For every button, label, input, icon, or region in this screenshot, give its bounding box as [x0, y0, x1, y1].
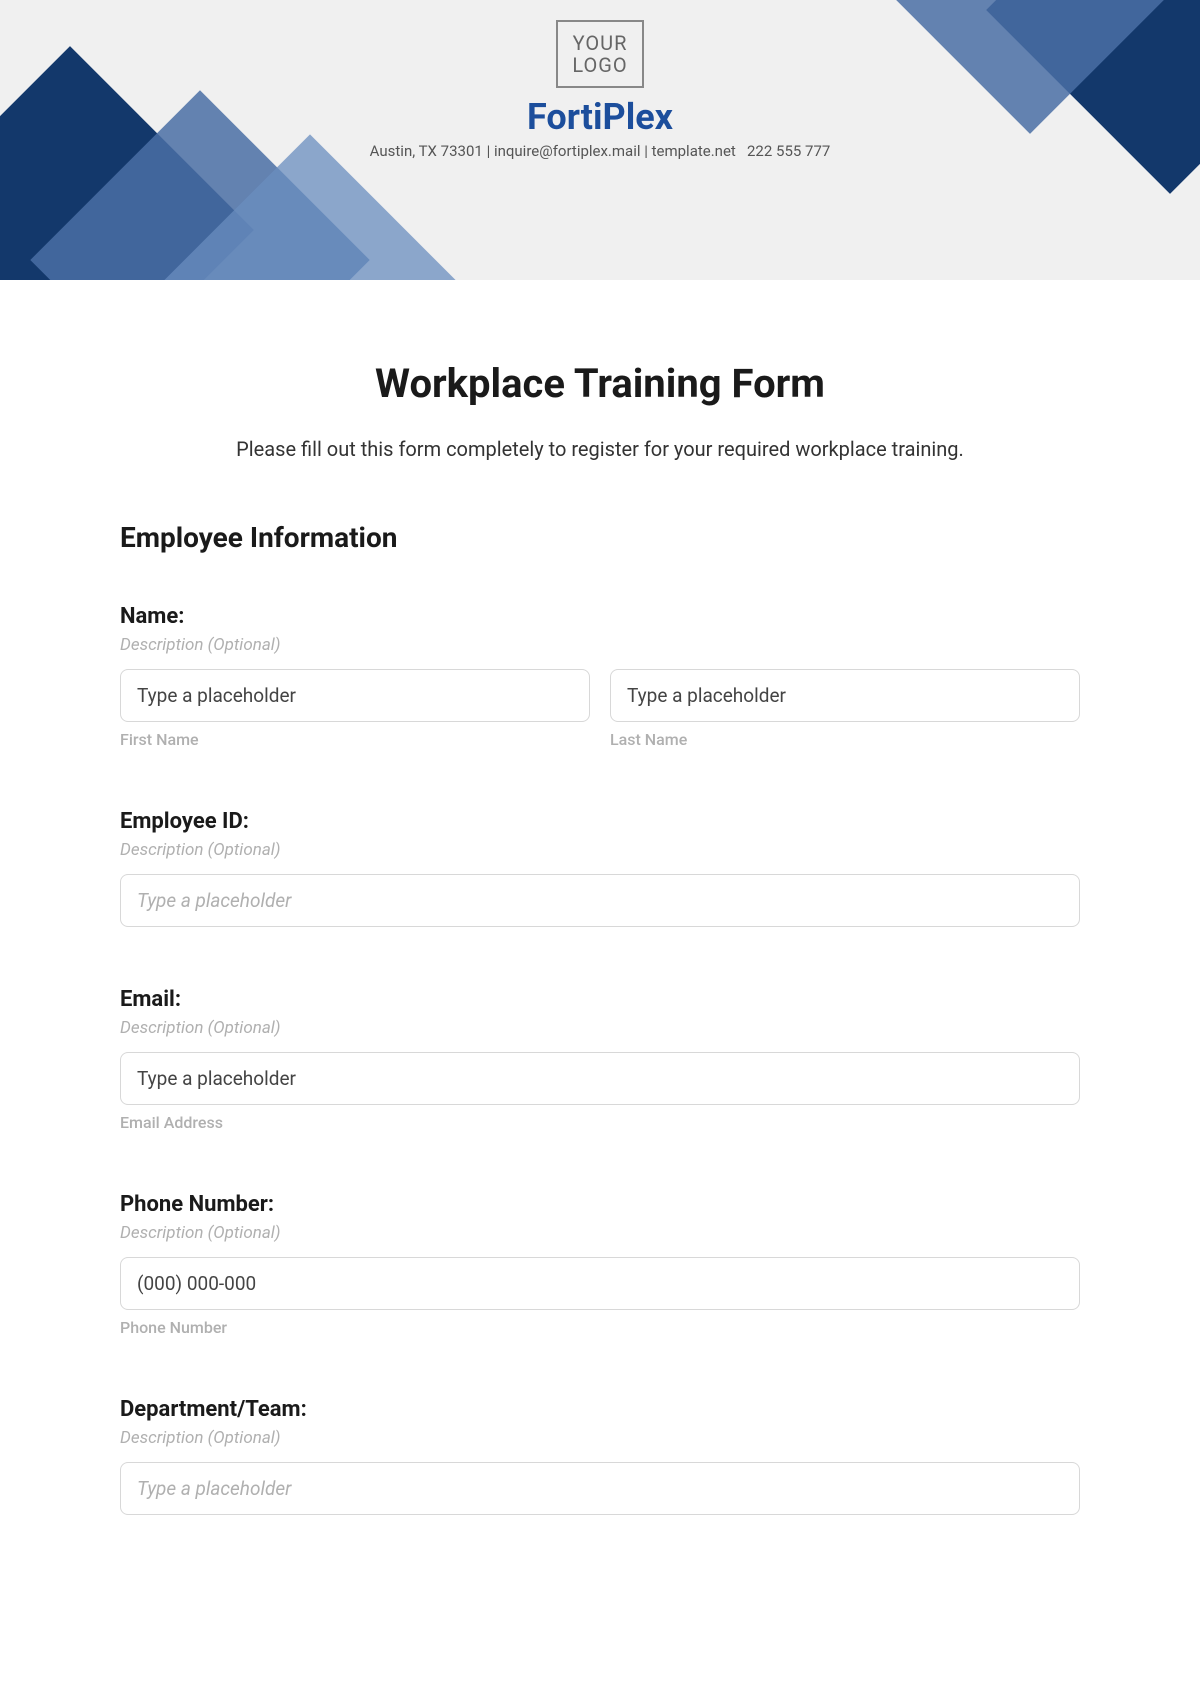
field-label: Department/Team: [120, 1397, 1080, 1422]
section-heading: Employee Information [120, 521, 1080, 554]
employee-id-input[interactable] [120, 874, 1080, 927]
field-desc: Description (Optional) [120, 840, 1080, 860]
first-name-input[interactable] [120, 669, 590, 722]
company-address: Austin, TX 73301 [370, 142, 483, 160]
header-banner: YOUR LOGO FortiPlex Austin, TX 73301 | i… [0, 0, 1200, 280]
field-label: Employee ID: [120, 809, 1080, 834]
last-name-input[interactable] [610, 669, 1080, 722]
phone-sublabel: Phone Number [120, 1318, 1080, 1337]
first-name-sublabel: First Name [120, 730, 590, 749]
company-name: FortiPlex [0, 96, 1200, 138]
logo-text-1: YOUR [573, 31, 628, 55]
field-phone: Phone Number: Description (Optional) Pho… [120, 1192, 1080, 1337]
logo-placeholder: YOUR LOGO [556, 20, 643, 88]
field-desc: Description (Optional) [120, 1018, 1080, 1038]
field-name: Name: Description (Optional) First Name … [120, 604, 1080, 749]
company-phone: 222 555 777 [747, 142, 830, 160]
logo-text-2: LOGO [572, 53, 627, 77]
form-instructions: Please fill out this form completely to … [120, 437, 1080, 461]
field-desc: Description (Optional) [120, 1428, 1080, 1448]
company-site: template.net [652, 142, 736, 160]
department-input[interactable] [120, 1462, 1080, 1515]
field-label: Phone Number: [120, 1192, 1080, 1217]
field-desc: Description (Optional) [120, 1223, 1080, 1243]
field-label: Name: [120, 604, 1080, 629]
field-email: Email: Description (Optional) Email Addr… [120, 987, 1080, 1132]
phone-input[interactable] [120, 1257, 1080, 1310]
field-desc: Description (Optional) [120, 635, 1080, 655]
last-name-sublabel: Last Name [610, 730, 1080, 749]
field-label: Email: [120, 987, 1080, 1012]
company-email: inquire@fortiplex.mail [494, 142, 641, 160]
email-sublabel: Email Address [120, 1113, 1080, 1132]
field-department: Department/Team: Description (Optional) [120, 1397, 1080, 1515]
form-body: Workplace Training Form Please fill out … [0, 280, 1200, 1699]
email-input[interactable] [120, 1052, 1080, 1105]
field-employee-id: Employee ID: Description (Optional) [120, 809, 1080, 927]
company-info: Austin, TX 73301 | inquire@fortiplex.mai… [0, 142, 1200, 160]
form-title: Workplace Training Form [120, 360, 1080, 407]
